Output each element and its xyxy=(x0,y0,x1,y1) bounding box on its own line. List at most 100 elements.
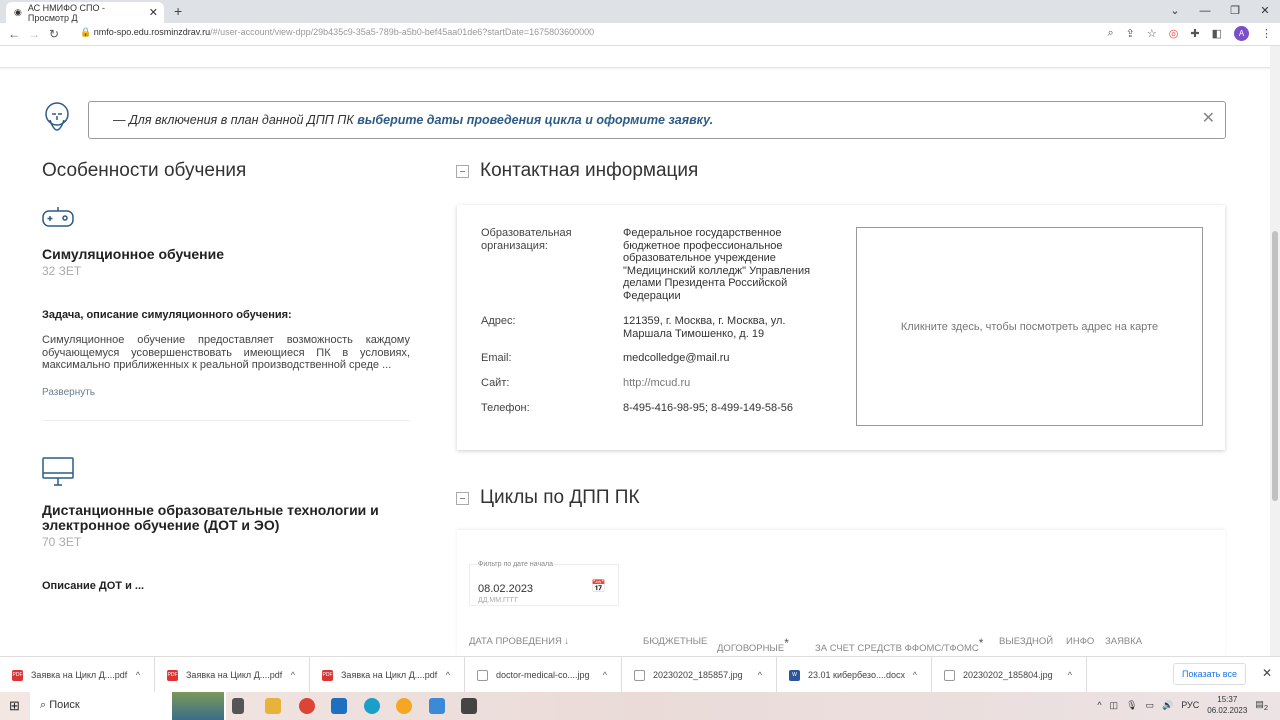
contact-label: Email: xyxy=(481,352,512,364)
download-name: 20230202_185804.jpg xyxy=(963,670,1053,680)
meet-icon[interactable]: ◫ xyxy=(1110,700,1119,711)
divider xyxy=(42,420,410,421)
explorer-icon[interactable] xyxy=(265,698,281,714)
column-onsite: ВЫЕЗДНОЙ xyxy=(999,636,1054,647)
column-ffoms: ЗА СЧЕТ СРЕДСТВ ФФОМС/ТФОМС* xyxy=(815,636,983,654)
download-item[interactable]: PDF Заявка на Цикл Д....pdf ^ xyxy=(0,657,155,693)
chevron-up-icon[interactable]: ^ xyxy=(913,670,917,680)
cycles-card: Фильтр по дате начала 08.02.2023 ДД.ММ.Г… xyxy=(457,530,1225,656)
feature-description: Симуляционное обучение предоставляет воз… xyxy=(42,334,410,371)
sage-icon xyxy=(45,102,69,131)
feature-task-title: Задача, описание симуляционного обучения… xyxy=(42,309,292,321)
download-name: Заявка на Цикл Д....pdf xyxy=(186,670,283,680)
clock[interactable]: 15:37 06.02.2023 xyxy=(1207,694,1247,716)
taskbar: ⊞ ⌕ Поиск ^ ◫ 🎙 ▭ 🔊 РУС 15:37 06.02.2023 ▤2 xyxy=(0,692,1280,720)
image-file-icon xyxy=(477,669,488,681)
avatar[interactable]: A xyxy=(1234,26,1249,41)
filter-value: 08.02.2023 xyxy=(478,583,534,595)
download-name: 20230202_185857.jpg xyxy=(653,670,743,680)
computer-icon[interactable] xyxy=(429,698,445,714)
browser-tab[interactable]: ◉ АС НМИФО СПО - Просмотр Д ✕ xyxy=(6,2,164,23)
download-item[interactable]: PDF Заявка на Цикл Д....pdf ^ xyxy=(310,657,465,693)
url-path: /#/user-account/view-dpp/29b435c9-35a5-7… xyxy=(210,27,595,37)
search-highlight-image xyxy=(172,692,224,720)
contact-value: Федеральное государственное бюджетное пр… xyxy=(623,227,811,302)
edge-icon[interactable] xyxy=(364,698,380,714)
task-view-icon[interactable] xyxy=(232,698,244,714)
download-item[interactable]: W 23.01 кибербезо....docx ^ xyxy=(777,657,932,693)
contacts-title: Контактная информация xyxy=(480,160,699,181)
feature-description: Описание ДОТ и ... xyxy=(42,580,145,592)
downloads-bar: PDF Заявка на Цикл Д....pdf ^ PDF Заявка на… xyxy=(0,656,1280,693)
show-all-button[interactable]: Показать все xyxy=(1173,663,1246,685)
video-icon[interactable] xyxy=(461,698,477,714)
back-icon[interactable]: ← xyxy=(4,27,24,41)
close-tab-icon[interactable]: ✕ xyxy=(149,6,158,19)
reload-icon[interactable]: ↻ xyxy=(44,27,64,41)
mic-icon[interactable]: 🎙 xyxy=(1126,700,1137,711)
tray-chevron-icon[interactable]: ^ xyxy=(1097,700,1101,710)
chrome-icon[interactable] xyxy=(299,698,315,714)
close-icon[interactable]: ✕ xyxy=(1202,108,1215,128)
language-indicator[interactable]: РУС xyxy=(1181,700,1199,710)
windows-start-icon[interactable]: ⊞ xyxy=(9,698,20,714)
mail-icon[interactable] xyxy=(331,698,347,714)
column-date[interactable]: ДАТА ПРОВЕДЕНИЯ ↓ xyxy=(469,636,569,647)
image-file-icon xyxy=(634,669,645,681)
chevron-up-icon[interactable]: ^ xyxy=(758,670,762,680)
collapse-toggle[interactable] xyxy=(456,165,469,178)
close-window-button[interactable]: ✕ xyxy=(1250,0,1280,22)
tab-search-icon[interactable]: ⌄ xyxy=(1160,0,1190,22)
minimize-button[interactable]: — xyxy=(1190,0,1220,22)
music-icon[interactable] xyxy=(396,698,412,714)
collapse-toggle[interactable] xyxy=(456,492,469,505)
expand-link[interactable]: Развернуть xyxy=(42,387,95,398)
star-icon[interactable]: ☆ xyxy=(1147,27,1157,40)
contact-value: 121359, г. Москва, г. Москва, ул. Маршал… xyxy=(623,315,786,340)
menu-icon[interactable]: ⋮ xyxy=(1261,27,1272,40)
chevron-up-icon[interactable]: ^ xyxy=(446,670,450,680)
asterisk: * xyxy=(978,636,984,650)
chevron-up-icon[interactable]: ^ xyxy=(603,670,607,680)
sidepanel-icon[interactable]: ◧ xyxy=(1212,27,1222,40)
contacts-card: Образовательная организация: Федеральное… xyxy=(457,205,1225,450)
share-icon[interactable]: ⇪ xyxy=(1126,27,1135,40)
column-label: ДОГОВОРНЫЕ xyxy=(717,643,785,655)
chevron-up-icon[interactable]: ^ xyxy=(291,670,295,680)
url-field[interactable]: 🔒 nmfo-spo.edu.rosminzdrav.ru/#/user-acc… xyxy=(80,27,594,38)
tab-strip: ◉ АС НМИФО СПО - Просмотр Д ✕ + ⌄ — ❐ ✕ xyxy=(0,0,1280,23)
notifications-icon[interactable]: ▤2 xyxy=(1255,699,1268,712)
new-tab-button[interactable]: + xyxy=(174,3,182,19)
extension-icon[interactable]: ◎ xyxy=(1169,27,1179,40)
time: 15:37 xyxy=(1217,695,1238,704)
chevron-up-icon[interactable]: ^ xyxy=(136,670,140,680)
download-item[interactable]: 20230202_185857.jpg ^ xyxy=(622,657,777,693)
puzzle-icon[interactable]: ✚ xyxy=(1190,27,1199,40)
volume-icon[interactable]: 🔊 xyxy=(1162,700,1173,711)
column-label: ЗА СЧЕТ СРЕДСТВ ФФОМС/ТФОМС xyxy=(815,643,979,655)
scrollbar[interactable] xyxy=(1270,46,1280,656)
download-item[interactable]: 20230202_185804.jpg ^ xyxy=(932,657,1087,693)
cycles-title: Циклы по ДПП ПК xyxy=(480,487,640,508)
close-downloads-icon[interactable]: ✕ xyxy=(1262,666,1272,680)
email-value[interactable]: medcolledge@mail.ru xyxy=(623,352,828,365)
map-placeholder[interactable]: Кликните здесь, чтобы посмотреть адрес н… xyxy=(856,227,1203,426)
date-filter-input[interactable]: Фильтр по дате начала 08.02.2023 ДД.ММ.Г… xyxy=(469,561,619,606)
chevron-up-icon[interactable]: ^ xyxy=(1068,670,1072,680)
notice-link[interactable]: выберите даты проведения цикла и оформит… xyxy=(357,113,713,127)
filter-label: Фильтр по дате начала xyxy=(478,561,554,568)
search-label: Поиск xyxy=(49,699,80,711)
docx-icon: W xyxy=(789,669,800,681)
feature-zet: 70 ЗЕТ xyxy=(42,535,82,549)
calendar-icon[interactable]: 📅 xyxy=(591,579,606,593)
forward-icon[interactable]: → xyxy=(24,27,44,41)
site-link[interactable]: http://mcud.ru xyxy=(623,377,828,390)
zoom-icon[interactable]: ⌕ xyxy=(1108,27,1114,40)
feature-title: Дистанционные образовательные технологии… xyxy=(42,502,379,533)
asterisk: * xyxy=(784,636,789,650)
download-item[interactable]: PDF Заявка на Цикл Д....pdf ^ xyxy=(155,657,310,693)
download-item[interactable]: doctor-medical-co....jpg ^ xyxy=(465,657,622,693)
maximize-button[interactable]: ❐ xyxy=(1220,0,1250,22)
tab-title: АС НМИФО СПО - Просмотр Д xyxy=(27,2,105,23)
network-icon[interactable]: ▭ xyxy=(1146,700,1155,711)
